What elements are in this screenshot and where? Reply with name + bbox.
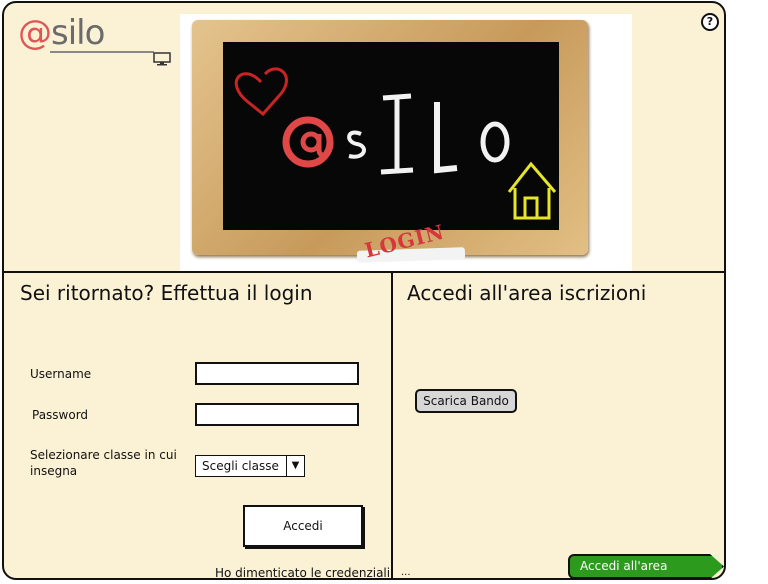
ellipsis-text: ...: [401, 567, 411, 578]
login-title: Sei ritornato? Effettua il login: [20, 281, 313, 305]
chalk-l: [434, 102, 458, 174]
logo-at: @: [18, 13, 52, 53]
password-input[interactable]: [195, 403, 359, 426]
panel-divider: [391, 273, 393, 578]
chalkboard-frame: [192, 20, 588, 255]
app-frame: @silo ? LOGIN Sei ritornato? Effettua il…: [2, 1, 726, 580]
chalk-at-sign: [282, 116, 334, 168]
logo-underline: [50, 51, 154, 53]
dropdown-arrow-icon[interactable]: ▼: [286, 456, 304, 476]
chalk-o: [480, 121, 510, 163]
heart-doodle: [234, 67, 288, 117]
enter-enrollment-button[interactable]: Accedi all'area iscrizioni: [568, 554, 724, 578]
forgot-credentials-link[interactable]: Ho dimenticato le credenziali: [215, 566, 390, 578]
chalk-drawing: [234, 67, 557, 220]
username-input[interactable]: [195, 362, 359, 385]
class-label-line2: insegna: [30, 464, 78, 478]
house-doodle: [507, 161, 557, 220]
accedi-button[interactable]: Accedi: [243, 505, 363, 547]
chalkboard-slate: [223, 42, 559, 230]
asilo-logo: @silo: [18, 13, 105, 53]
password-label: Password: [32, 408, 89, 422]
header-divider: [4, 271, 724, 273]
enrollment-title: Accedi all'area iscrizioni: [407, 281, 647, 305]
class-label-line1: Selezionare classe in cui: [30, 448, 177, 462]
logo-text: silo: [51, 13, 105, 53]
scarica-bando-button[interactable]: Scarica Bando: [415, 389, 517, 413]
class-select[interactable]: Scegli classe ▼: [195, 455, 305, 477]
chalk-s: [347, 130, 366, 159]
help-icon[interactable]: ?: [701, 13, 719, 31]
username-label: Username: [30, 367, 92, 381]
chalk-i: [380, 93, 414, 175]
computer-icon: [153, 52, 171, 66]
class-select-value: Scegli classe: [202, 459, 279, 473]
